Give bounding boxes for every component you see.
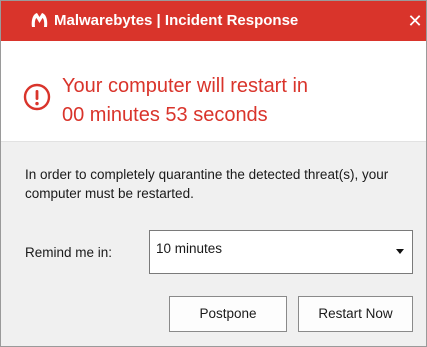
close-button[interactable]: ✕ [404,1,426,41]
alert-header: Your computer will restart in 00 minutes… [1,41,426,141]
chevron-down-icon [396,249,404,254]
restart-countdown-line1: Your computer will restart in [62,75,309,97]
remind-interval-select[interactable]: 10 minutes [149,230,413,274]
postpone-button[interactable]: Postpone [169,296,287,332]
dialog-body: In order to completely quarantine the de… [1,141,426,346]
restart-now-button[interactable]: Restart Now [298,296,413,332]
restart-message: In order to completely quarantine the de… [25,167,389,201]
remind-interval-value: 10 minutes [156,241,223,256]
restart-countdown-time: 00 minutes 53 seconds [62,104,268,126]
malwarebytes-logo-icon [31,13,48,27]
remind-me-label: Remind me in: [25,245,113,260]
incident-response-dialog: Malwarebytes | Incident Response ✕ Your … [0,0,427,347]
window-title: Malwarebytes | Incident Response [54,12,299,29]
title-bar[interactable]: Malwarebytes | Incident Response ✕ [1,1,426,41]
exclamation-circle-icon [23,83,51,111]
